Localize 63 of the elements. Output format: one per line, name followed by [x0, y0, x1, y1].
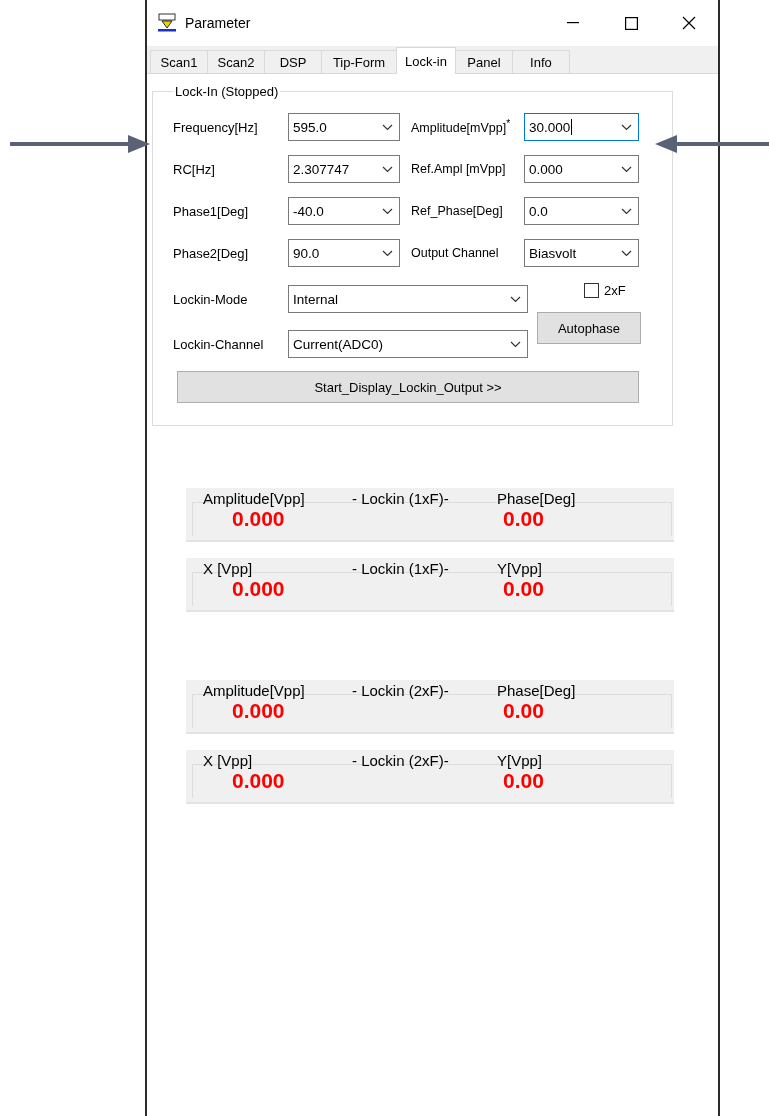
readout-title: - Lockin (1xF)- [352, 560, 450, 577]
readout-value: 0.000 [232, 699, 286, 723]
readout-value: 0.000 [232, 577, 286, 601]
chevron-down-icon [382, 249, 393, 257]
readout-label: Phase[Deg] [497, 490, 576, 507]
group-title: Lock-In (Stopped) [174, 84, 280, 99]
chevron-down-icon [621, 207, 632, 215]
field-label: Ref_Phase[Deg] [410, 204, 504, 218]
tab[interactable]: Tip-Form [321, 50, 397, 73]
arrow-left-icon [655, 135, 769, 153]
readout-title: - Lockin (1xF)- [352, 490, 450, 507]
chevron-down-icon [621, 249, 632, 257]
field-label: Lockin-Mode [173, 291, 249, 307]
dropdown[interactable]: 0.000 [524, 155, 639, 183]
window-title: Parameter [185, 15, 252, 31]
readout-value: 0.00 [503, 507, 544, 531]
checkbox[interactable]: 2xF [584, 283, 626, 298]
chevron-down-icon [621, 123, 632, 131]
arrow-right-icon [10, 135, 150, 153]
field-label: Output Channel [410, 246, 500, 260]
readout-title: - Lockin (2xF)- [352, 682, 450, 699]
chevron-down-icon [382, 123, 393, 131]
field-label: Lockin-Channel [173, 336, 265, 352]
tab[interactable]: Info [511, 50, 570, 73]
readout-label: Y[Vpp] [497, 752, 543, 769]
readout-label: Phase[Deg] [497, 682, 576, 699]
chevron-down-icon [382, 207, 393, 215]
readout-value: 0.00 [503, 577, 544, 601]
app-logo-icon [157, 13, 177, 33]
dropdown[interactable]: 2.307747 [288, 155, 400, 183]
field-label: Phase1[Deg] [173, 203, 250, 219]
field-label: Ref.Ampl [mVpp] [410, 162, 507, 176]
field-label: Amplitude[mVpp]$^{*}$ [410, 118, 512, 136]
readout-value: 0.000 [232, 507, 286, 531]
field-label: RC[Hz] [173, 161, 216, 177]
readout-value: 0.000 [232, 769, 286, 793]
chevron-down-icon [510, 340, 521, 348]
dropdown[interactable]: 595.0 [288, 113, 400, 141]
tab[interactable]: Scan1 [150, 50, 208, 73]
readout-label: Y[Vpp] [497, 560, 543, 577]
dropdown[interactable]: 90.0 [288, 239, 400, 267]
dropdown[interactable]: Internal [288, 285, 528, 313]
field-label: Frequency[Hz] [173, 119, 259, 135]
readout-title: - Lockin (2xF)- [352, 752, 450, 769]
dropdown[interactable]: Current(ADC0) [288, 330, 528, 358]
readout-value: 0.00 [503, 769, 544, 793]
text-cursor [571, 119, 573, 135]
autophase-button[interactable]: Autophase [537, 312, 641, 344]
dropdown[interactable]: 30.000 [524, 113, 639, 141]
tab[interactable]: Lock-in [396, 47, 456, 74]
chevron-down-icon [621, 165, 632, 173]
readout-value: 0.00 [503, 699, 544, 723]
readout-label: X [Vpp] [203, 560, 254, 577]
dropdown[interactable]: Biasvolt [524, 239, 639, 267]
start-button[interactable]: Start_Display_Lockin_Output >> [177, 371, 639, 403]
dropdown[interactable]: -40.0 [288, 197, 400, 225]
field-label: Phase2[Deg] [173, 245, 250, 261]
dropdown[interactable]: 0.0 [524, 197, 639, 225]
chevron-down-icon [510, 295, 521, 303]
readout-label: X [Vpp] [203, 752, 254, 769]
readout-label: Amplitude[Vpp] [203, 490, 306, 507]
chevron-down-icon [382, 165, 393, 173]
readout-label: Amplitude[Vpp] [203, 682, 306, 699]
